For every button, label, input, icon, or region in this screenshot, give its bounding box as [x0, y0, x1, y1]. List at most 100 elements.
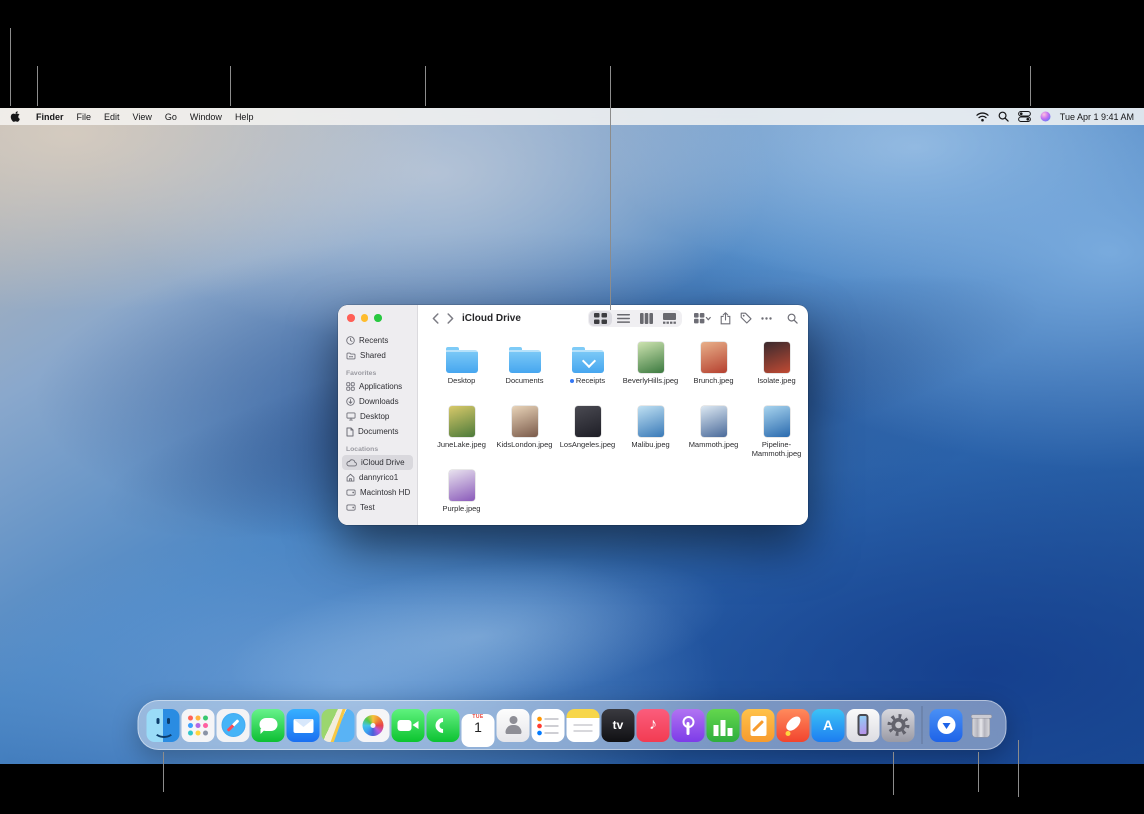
file-name: Desktop [448, 376, 476, 385]
sidebar-item-icloud-drive[interactable]: iCloud Drive [342, 455, 413, 470]
icloud-icon [346, 459, 357, 467]
forward-button[interactable] [443, 313, 458, 324]
image-thumbnail [575, 406, 601, 437]
sidebar-item-macintosh-hd[interactable]: Macintosh HD [342, 485, 413, 500]
dock-facetime-icon[interactable] [392, 709, 425, 742]
dock-safari-icon[interactable] [217, 709, 250, 742]
file-item[interactable]: Receipts [556, 337, 619, 401]
sidebar-item-label: Applications [359, 382, 402, 391]
file-name: LosAngeles.jpeg [560, 440, 615, 449]
image-thumbnail [764, 406, 790, 437]
callout-line [893, 752, 894, 795]
wifi-icon[interactable] [976, 112, 989, 122]
dock-trash-icon[interactable] [965, 709, 998, 742]
menu-file[interactable]: File [77, 112, 92, 122]
dock: TUE1 tv♪ A [138, 700, 1007, 750]
menu-bar-clock[interactable]: Tue Apr 1 9:41 AM [1060, 112, 1134, 122]
file-item[interactable]: Desktop [430, 337, 493, 401]
dock-iphone-mirroring-icon[interactable] [847, 709, 880, 742]
menu-finder[interactable]: Finder [36, 112, 64, 122]
dock-phone-icon[interactable] [427, 709, 460, 742]
file-item[interactable]: Pipeline-Mammoth.jpeg [745, 401, 808, 465]
share-button[interactable] [720, 312, 731, 325]
downloads-icon [346, 397, 355, 406]
dock-music-icon[interactable]: ♪ [637, 709, 670, 742]
dock-mail-icon[interactable] [287, 709, 320, 742]
finder-toolbar: iCloud Drive [418, 305, 808, 331]
file-item[interactable]: Mammoth.jpeg [682, 401, 745, 465]
close-button[interactable] [347, 314, 355, 322]
menu-view[interactable]: View [133, 112, 152, 122]
traffic-lights [347, 314, 382, 322]
app-glyph: tv [602, 709, 635, 742]
dock-games-icon[interactable] [777, 709, 810, 742]
sidebar-item-label: Test [360, 503, 375, 512]
app-glyph: ♪ [637, 709, 670, 742]
menu-help[interactable]: Help [235, 112, 254, 122]
file-name: Pipeline-Mammoth.jpeg [747, 440, 807, 458]
dock-calendar-icon[interactable]: TUE1 [462, 709, 495, 742]
dock-photos-icon[interactable] [357, 709, 390, 742]
file-item[interactable]: Brunch.jpeg [682, 337, 745, 401]
apple-menu-icon[interactable] [10, 110, 21, 123]
control-center-icon[interactable] [1018, 111, 1031, 122]
file-item[interactable]: Isolate.jpeg [745, 337, 808, 401]
dock-tv-icon[interactable]: tv [602, 709, 635, 742]
back-button[interactable] [428, 313, 443, 324]
column-view-button[interactable] [635, 311, 658, 326]
file-item[interactable]: KidsLondon.jpeg [493, 401, 556, 465]
dock-pages-icon[interactable] [742, 709, 775, 742]
minimize-button[interactable] [361, 314, 369, 322]
dock-numbers-icon[interactable] [707, 709, 740, 742]
dock-notes-icon[interactable] [567, 709, 600, 742]
tag-button[interactable] [740, 312, 752, 324]
zoom-button[interactable] [374, 314, 382, 322]
sidebar-item-documents[interactable]: Documents [342, 424, 413, 439]
search-button[interactable] [787, 313, 798, 324]
file-item[interactable]: LosAngeles.jpeg [556, 401, 619, 465]
gallery-view-button[interactable] [658, 311, 681, 326]
sidebar-item-shared[interactable]: Shared [342, 348, 413, 363]
image-thumbnail [764, 342, 790, 373]
list-view-button[interactable] [612, 311, 635, 326]
dock-downloads-icon[interactable] [930, 709, 963, 742]
dock-launchpad-icon[interactable] [182, 709, 215, 742]
siri-icon[interactable] [1040, 111, 1051, 122]
file-item[interactable]: BeverlyHills.jpeg [619, 337, 682, 401]
file-item[interactable]: Purple.jpeg [430, 465, 493, 525]
menu-edit[interactable]: Edit [104, 112, 120, 122]
sidebar-item-dannyrico1[interactable]: dannyrico1 [342, 470, 413, 485]
dock-finder-icon[interactable] [147, 709, 180, 742]
folder-icon [509, 350, 541, 373]
image-thumbnail [449, 470, 475, 501]
dock-messages-icon[interactable] [252, 709, 285, 742]
menu-go[interactable]: Go [165, 112, 177, 122]
dock-appstore-icon[interactable]: A [812, 709, 845, 742]
file-item[interactable]: Malibu.jpeg [619, 401, 682, 465]
home-icon [346, 473, 355, 482]
image-thumbnail [638, 406, 664, 437]
sidebar-item-recents[interactable]: Recents [342, 333, 413, 348]
dock-podcasts-icon[interactable] [672, 709, 705, 742]
dock-maps-icon[interactable] [322, 709, 355, 742]
file-item[interactable]: JuneLake.jpeg [430, 401, 493, 465]
sidebar-item-desktop[interactable]: Desktop [342, 409, 413, 424]
file-grid: Desktop DocumentsReceiptsBeverlyHills.jpe… [418, 331, 808, 525]
dock-reminders-icon[interactable] [532, 709, 565, 742]
more-button[interactable] [761, 317, 772, 320]
icon-view-button[interactable] [589, 311, 612, 326]
file-item[interactable]: Documents [493, 337, 556, 401]
menu-window[interactable]: Window [190, 112, 222, 122]
group-by-button[interactable] [694, 313, 711, 324]
documents-icon [346, 427, 354, 437]
callout-line [230, 66, 231, 106]
sidebar-item-downloads[interactable]: Downloads [342, 394, 413, 409]
dock-contacts-icon[interactable] [497, 709, 530, 742]
sidebar-item-applications[interactable]: Applications [342, 379, 413, 394]
search-icon[interactable] [998, 111, 1009, 122]
image-thumbnail [701, 342, 727, 373]
status-area: Tue Apr 1 9:41 AM [976, 111, 1134, 122]
sidebar-item-test[interactable]: Test [342, 500, 413, 515]
callout-line [978, 752, 979, 792]
dock-settings-icon[interactable] [882, 709, 915, 742]
